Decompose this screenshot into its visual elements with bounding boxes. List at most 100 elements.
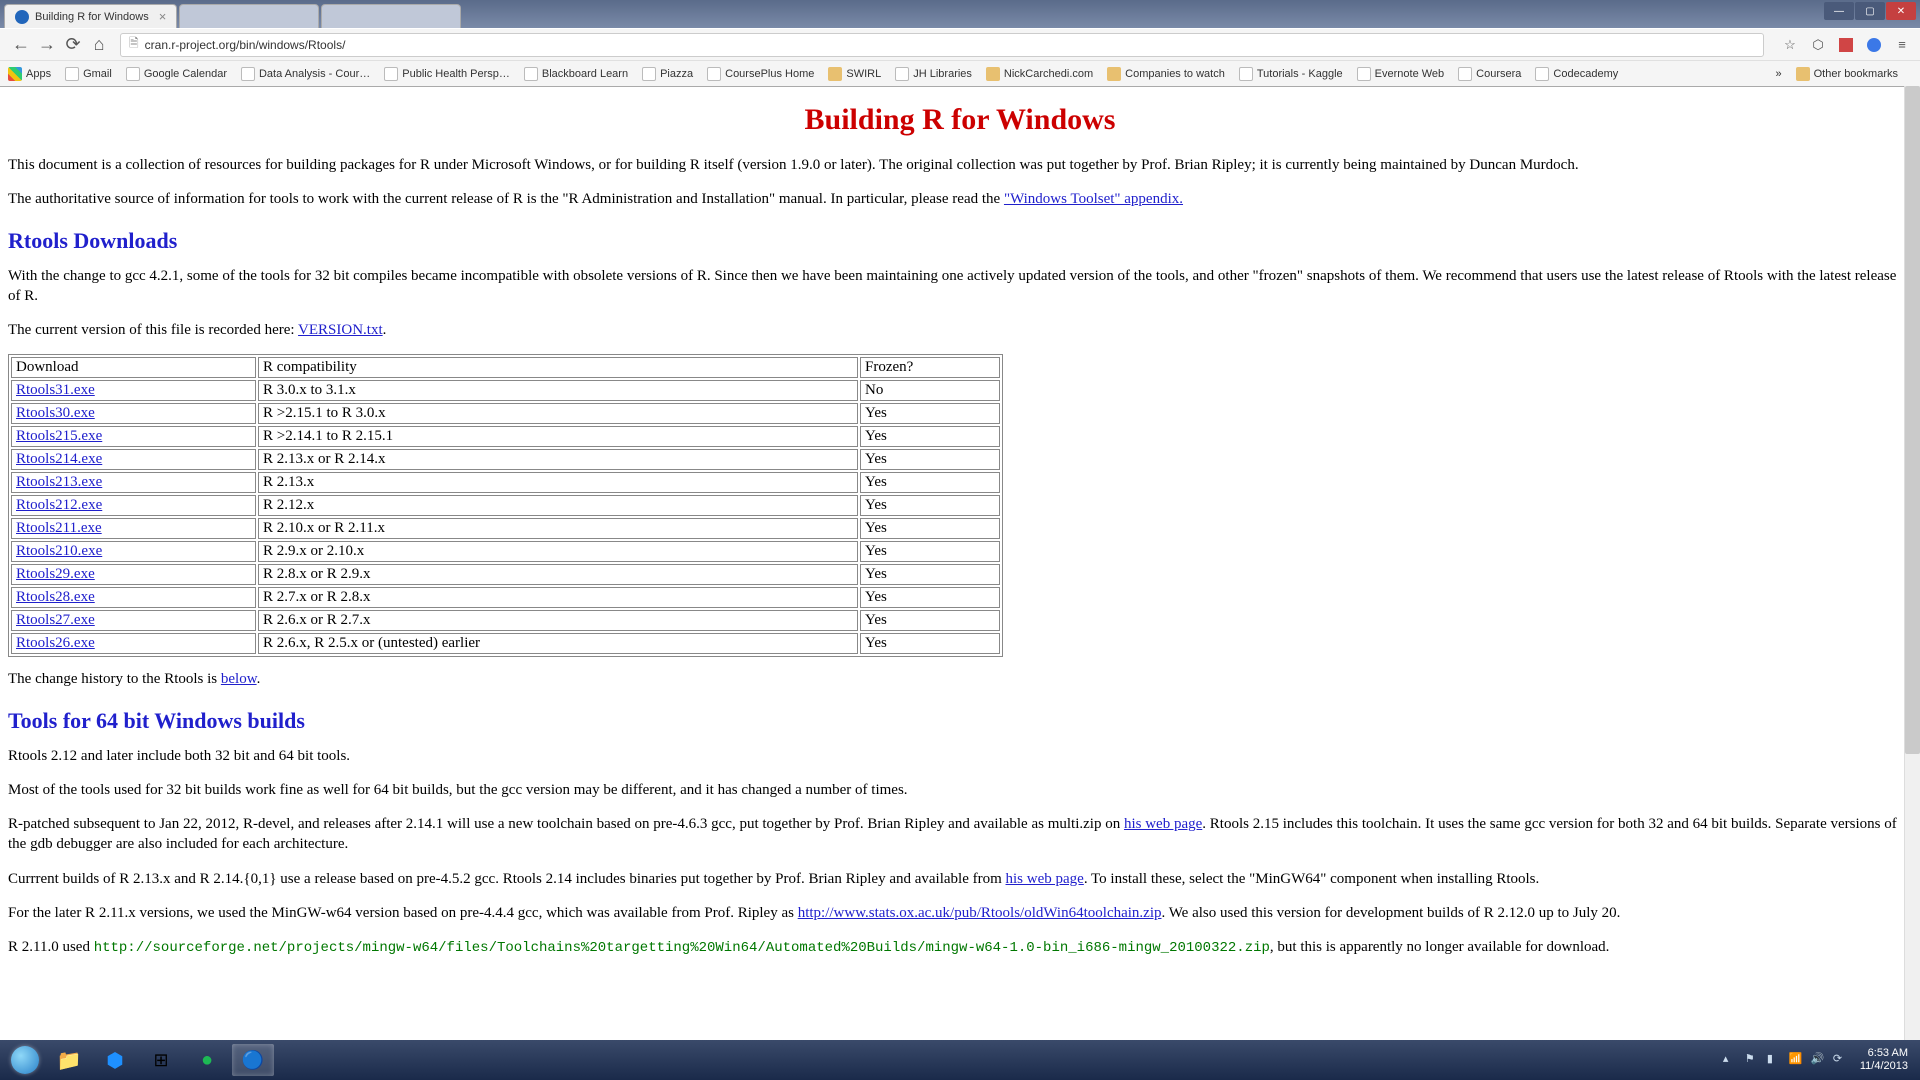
pocket-icon[interactable]: ⬡ — [1808, 35, 1828, 55]
webpage-link-2[interactable]: his web page — [1006, 871, 1084, 887]
download-link[interactable]: Rtools215.exe — [16, 428, 102, 444]
bookmark-item[interactable]: Tutorials - Kaggle — [1239, 67, 1343, 81]
tray-volume-icon[interactable]: 🔊 — [1811, 1052, 1827, 1068]
bookmark-item[interactable]: Evernote Web — [1357, 67, 1445, 81]
compat-cell: R 2.6.x, R 2.5.x or (untested) earlier — [258, 633, 858, 654]
task-dropbox[interactable]: ⬢ — [94, 1044, 136, 1076]
bookmark-item[interactable]: Codecademy — [1535, 67, 1618, 81]
bookmark-item[interactable]: JH Libraries — [895, 67, 972, 81]
bookmark-icon — [65, 67, 79, 81]
ext-red-icon[interactable] — [1836, 35, 1856, 55]
bookmark-item[interactable]: Piazza — [642, 67, 693, 81]
download-link[interactable]: Rtools27.exe — [16, 612, 95, 628]
version-txt-link[interactable]: VERSION.txt — [298, 322, 383, 338]
system-tray[interactable]: ▴ ⚑ ▮ 📶 🔊 ⟳ 6:53 AM 11/4/2013 — [1720, 1047, 1914, 1073]
bookmark-item[interactable]: SWIRL — [828, 67, 881, 81]
tab-active[interactable]: Building R for Windows × — [4, 4, 177, 28]
bookmark-icon — [895, 67, 909, 81]
toolbar: ← → ⟳ ⌂ 🗎 cran.r-project.org/bin/windows… — [0, 28, 1920, 60]
ext-blue-icon[interactable] — [1864, 35, 1884, 55]
table-row: Rtools214.exeR 2.13.x or R 2.14.xYes — [11, 449, 1000, 470]
viewport[interactable]: Building R for Windows This document is … — [0, 87, 1920, 1041]
table-row: Rtools211.exeR 2.10.x or R 2.11.xYes — [11, 518, 1000, 539]
task-explorer[interactable]: 📁 — [48, 1044, 90, 1076]
download-link[interactable]: Rtools28.exe — [16, 589, 95, 605]
scrollbar[interactable] — [1904, 86, 1920, 1040]
download-link[interactable]: Rtools211.exe — [16, 520, 102, 536]
window-minimize-button[interactable]: — — [1824, 2, 1854, 20]
bookmark-label: CoursePlus Home — [725, 68, 814, 80]
frozen-cell: Yes — [860, 541, 1000, 562]
home-button[interactable]: ⌂ — [86, 32, 112, 58]
window-close-button[interactable]: ✕ — [1886, 2, 1916, 20]
bookmark-item[interactable]: Coursera — [1458, 67, 1521, 81]
forward-button[interactable]: → — [34, 32, 60, 58]
tray-sync-icon[interactable]: ⟳ — [1833, 1052, 1849, 1068]
download-link[interactable]: Rtools30.exe — [16, 405, 95, 421]
bookmark-item[interactable]: NickCarchedi.com — [986, 67, 1093, 81]
task-app-grid[interactable]: ⊞ — [140, 1044, 182, 1076]
close-icon[interactable]: × — [159, 9, 167, 24]
bookmark-item[interactable]: Gmail — [65, 67, 112, 81]
task-spotify[interactable]: ● — [186, 1044, 228, 1076]
webpage-link-1[interactable]: his web page — [1124, 816, 1202, 832]
back-button[interactable]: ← — [8, 32, 34, 58]
bookmark-item[interactable]: Blackboard Learn — [524, 67, 628, 81]
toolset-link[interactable]: "Windows Toolset" appendix. — [1004, 191, 1183, 207]
compat-cell: R 2.6.x or R 2.7.x — [258, 610, 858, 631]
window-maximize-button[interactable]: ▢ — [1855, 2, 1885, 20]
download-link[interactable]: Rtools26.exe — [16, 635, 95, 651]
bookmark-item[interactable]: Companies to watch — [1107, 67, 1225, 81]
toolchain-link[interactable]: http://www.stats.ox.ac.uk/pub/Rtools/old… — [798, 905, 1162, 921]
download-link[interactable]: Rtools212.exe — [16, 497, 102, 513]
bookmarks-overflow[interactable]: » — [1776, 68, 1782, 80]
table-row: Rtools212.exeR 2.12.xYes — [11, 495, 1000, 516]
tray-up-icon[interactable]: ▴ — [1723, 1052, 1739, 1068]
p64-2: Most of the tools used for 32 bit builds… — [8, 780, 1912, 800]
start-button[interactable] — [6, 1044, 44, 1076]
tab-inactive-1[interactable] — [179, 4, 319, 28]
bookmark-label: Data Analysis - Cour… — [259, 68, 370, 80]
compat-cell: R 2.10.x or R 2.11.x — [258, 518, 858, 539]
frozen-cell: Yes — [860, 564, 1000, 585]
other-bookmarks[interactable]: Other bookmarks — [1796, 67, 1898, 81]
bookmark-item[interactable]: Apps — [8, 67, 51, 81]
clock-date: 11/4/2013 — [1860, 1060, 1908, 1073]
bookmark-item[interactable]: Data Analysis - Cour… — [241, 67, 370, 81]
below-link[interactable]: below — [221, 671, 257, 687]
compat-cell: R >2.14.1 to R 2.15.1 — [258, 426, 858, 447]
bookmark-label: SWIRL — [846, 68, 881, 80]
th-compat: R compatibility — [258, 357, 858, 378]
reload-button[interactable]: ⟳ — [60, 32, 86, 58]
tab-title: Building R for Windows — [35, 11, 149, 23]
url-bar[interactable]: 🗎 cran.r-project.org/bin/windows/Rtools/ — [120, 33, 1764, 57]
heading-64bit: Tools for 64 bit Windows builds — [8, 708, 1912, 734]
task-chrome[interactable]: 🔵 — [232, 1044, 274, 1076]
tray-battery-icon[interactable]: ▮ — [1767, 1052, 1783, 1068]
bookmark-label: Piazza — [660, 68, 693, 80]
tray-flag-icon[interactable]: ⚑ — [1745, 1052, 1761, 1068]
table-row: Rtools30.exeR >2.15.1 to R 3.0.xYes — [11, 403, 1000, 424]
bookmark-item[interactable]: CoursePlus Home — [707, 67, 814, 81]
url-text: cran.r-project.org/bin/windows/Rtools/ — [145, 38, 346, 52]
download-link[interactable]: Rtools213.exe — [16, 474, 102, 490]
download-link[interactable]: Rtools210.exe — [16, 543, 102, 559]
bookmark-icon — [828, 67, 842, 81]
p64-4: Currrent builds of R 2.13.x and R 2.14.{… — [8, 869, 1912, 889]
bookmark-item[interactable]: Google Calendar — [126, 67, 227, 81]
frozen-cell: Yes — [860, 403, 1000, 424]
download-link[interactable]: Rtools31.exe — [16, 382, 95, 398]
menu-icon[interactable]: ≡ — [1892, 35, 1912, 55]
scroll-thumb[interactable] — [1905, 86, 1920, 754]
tray-wifi-icon[interactable]: 📶 — [1789, 1052, 1805, 1068]
download-link[interactable]: Rtools214.exe — [16, 451, 102, 467]
star-icon[interactable]: ☆ — [1780, 35, 1800, 55]
clock[interactable]: 6:53 AM 11/4/2013 — [1860, 1047, 1908, 1073]
tab-inactive-2[interactable] — [321, 4, 461, 28]
compat-cell: R 2.7.x or R 2.8.x — [258, 587, 858, 608]
download-link[interactable]: Rtools29.exe — [16, 566, 95, 582]
bookmark-label: Google Calendar — [144, 68, 227, 80]
bookmark-label: NickCarchedi.com — [1004, 68, 1093, 80]
table-row: Rtools29.exeR 2.8.x or R 2.9.xYes — [11, 564, 1000, 585]
bookmark-item[interactable]: Public Health Persp… — [384, 67, 510, 81]
